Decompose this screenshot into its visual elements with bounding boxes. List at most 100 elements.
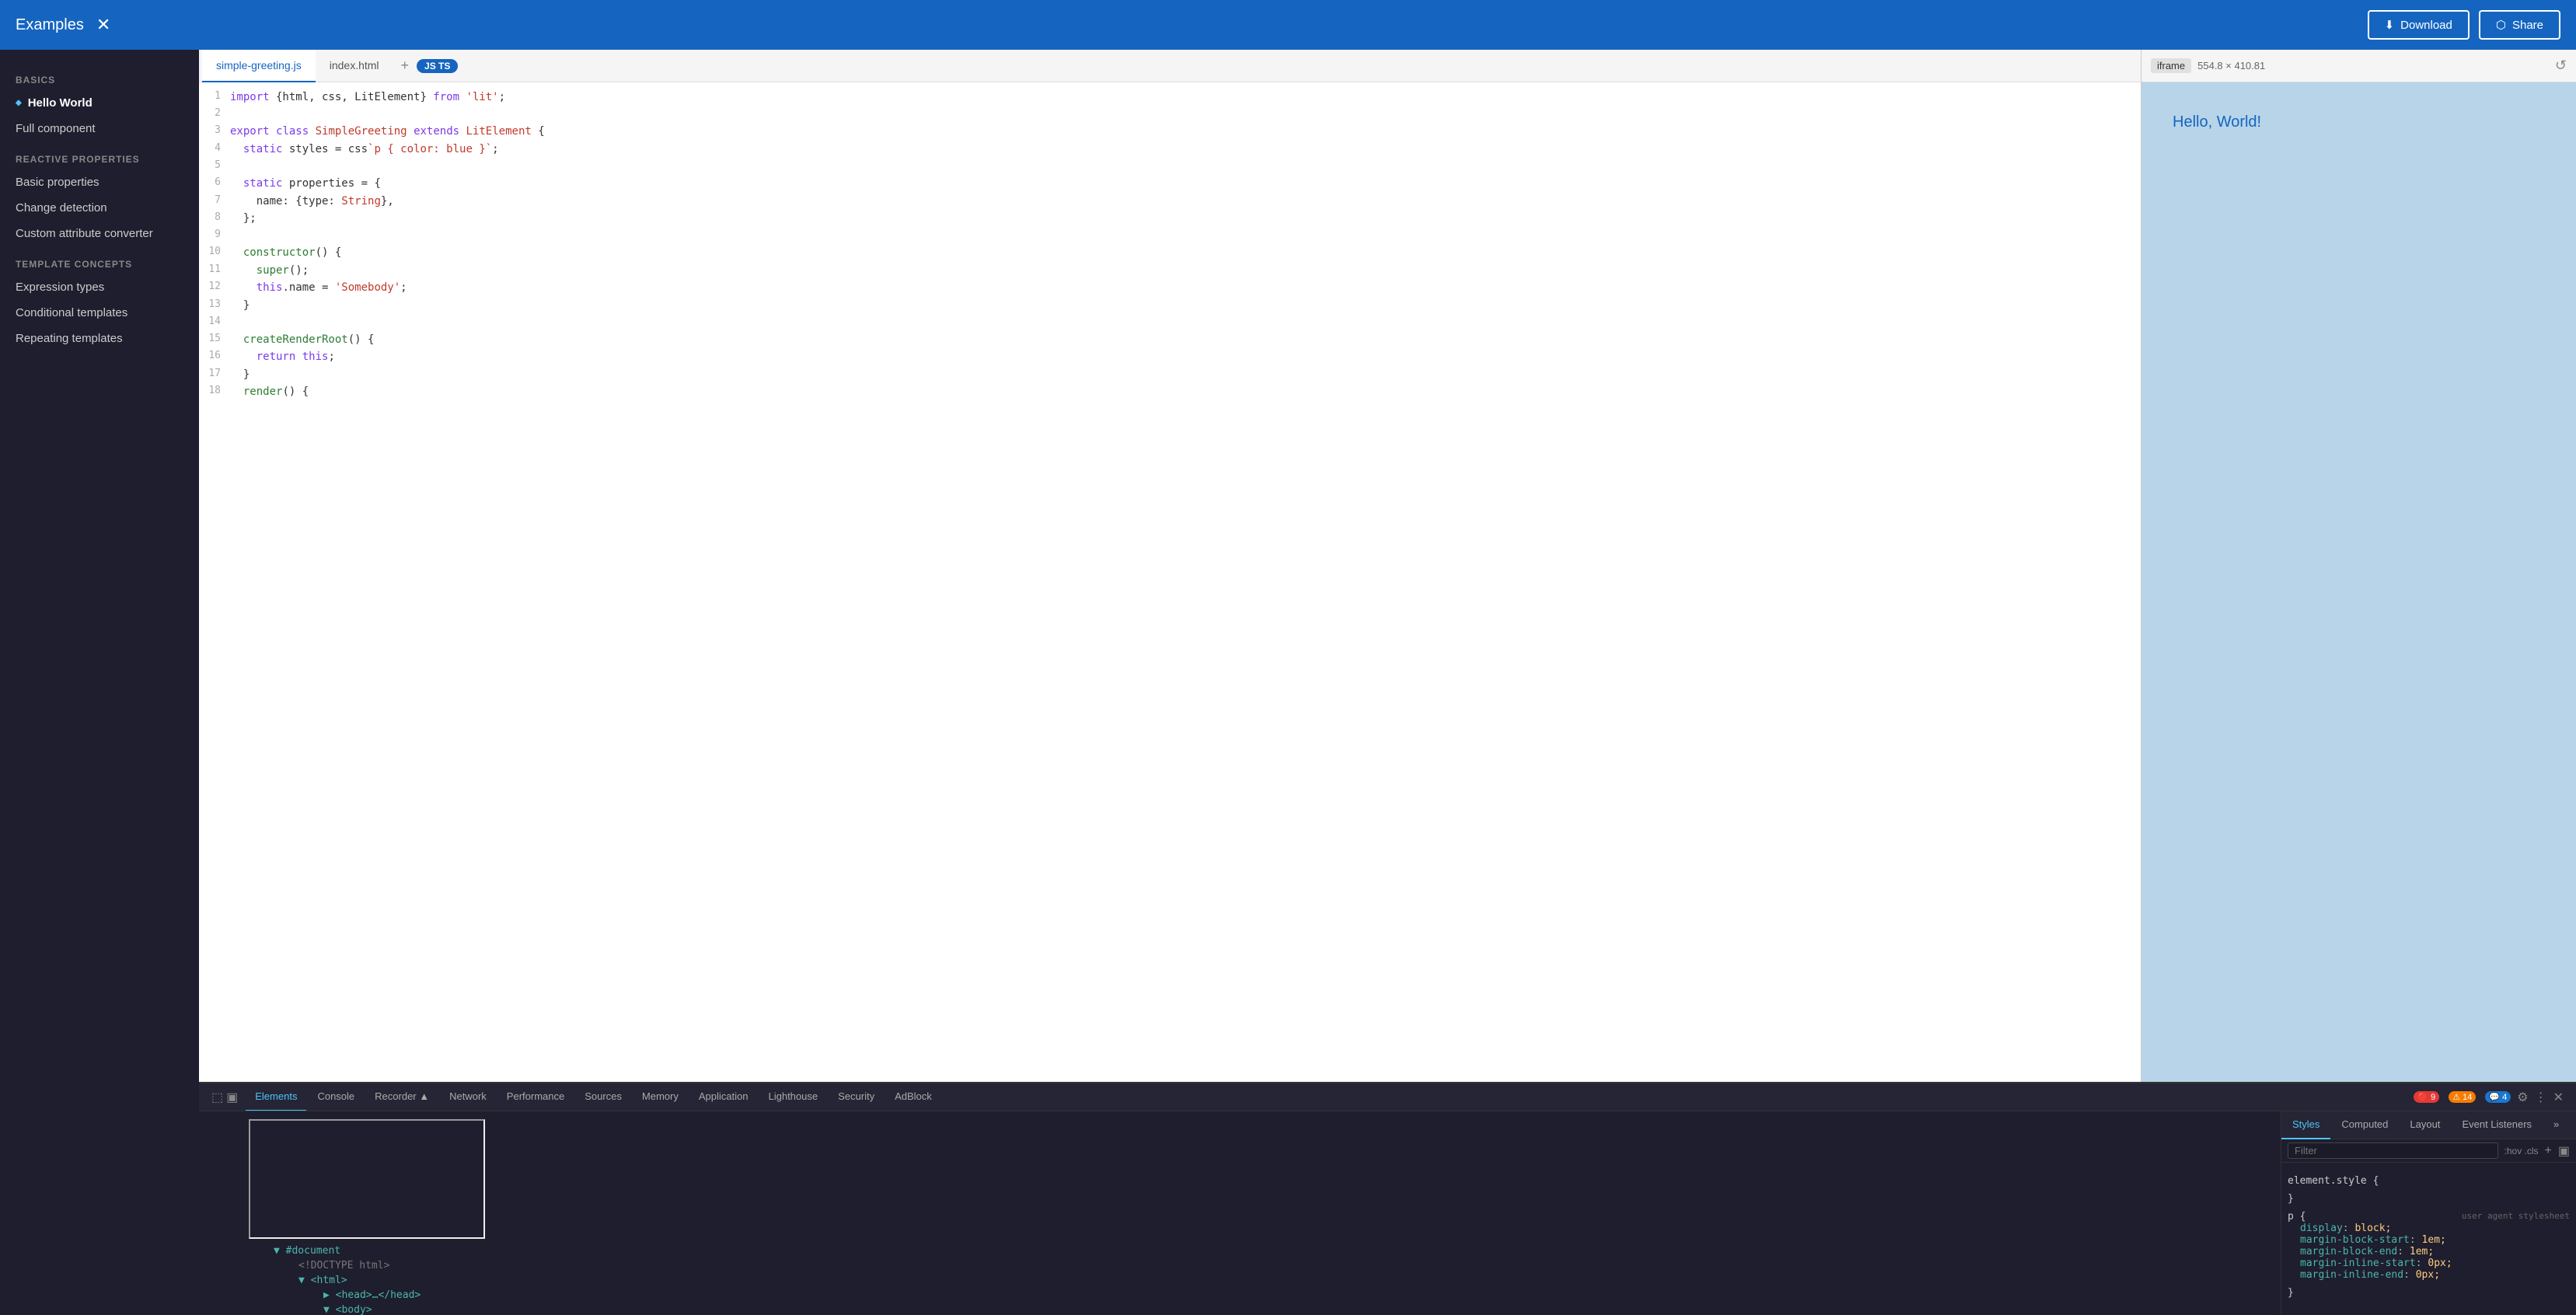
devtools-tab-performance[interactable]: Performance (497, 1083, 574, 1111)
line-number: 12 (199, 279, 230, 296)
css-rule-body: display: block;margin-block-start: 1em;m… (2288, 1223, 2570, 1281)
element-tree-row[interactable]: ▼ <body> (199, 1303, 2281, 1315)
code-line: 2 (199, 106, 2141, 123)
line-content: name: {type: String}, (230, 193, 2141, 210)
code-line: 9 (199, 227, 2141, 244)
file-tab-index-html[interactable]: index.html (316, 50, 393, 82)
line-number: 3 (199, 123, 230, 140)
sidebar-item-basic-properties[interactable]: Basic properties (0, 169, 199, 195)
close-button[interactable]: ✕ (96, 15, 110, 35)
element-tree-row[interactable]: ▼ #document (199, 1243, 2281, 1258)
file-tab-simple-greeting-js[interactable]: simple-greeting.js (202, 50, 316, 82)
devtools-tab-network[interactable]: Network (440, 1083, 496, 1111)
line-content: this.name = 'Somebody'; (230, 279, 2141, 296)
line-content: constructor() { (230, 244, 2141, 261)
sidebar-item-repeating-templates[interactable]: Repeating templates (0, 326, 199, 351)
new-rule-icon[interactable]: ▣ (2558, 1143, 2570, 1159)
line-content (230, 314, 2141, 331)
line-number: 7 (199, 193, 230, 210)
sidebar-item-conditional-templates[interactable]: Conditional templates (0, 300, 199, 326)
add-tab-button[interactable]: + (393, 50, 417, 82)
app-title: Examples (16, 16, 84, 34)
editor-preview-split: simple-greeting.jsindex.html+ JS TS 1imp… (199, 50, 2576, 1082)
devtools-tab-elements[interactable]: Elements (246, 1083, 306, 1111)
line-number: 4 (199, 141, 230, 158)
styles-tab-styles[interactable]: Styles (2281, 1111, 2330, 1139)
refresh-button[interactable]: ↺ (2555, 58, 2567, 74)
devtools-tab-memory[interactable]: Memory (633, 1083, 688, 1111)
elements-panel: ▼ #document<!DOCTYPE html>▼ <html>▶ <hea… (199, 1111, 2281, 1315)
element-tree-row[interactable]: <!DOCTYPE html> (199, 1258, 2281, 1273)
code-editor[interactable]: 1import {html, css, LitElement} from 'li… (199, 82, 2141, 1082)
code-line: 10 constructor() { (199, 244, 2141, 261)
code-line: 18 render() { (199, 383, 2141, 400)
sidebar-item-hello-world[interactable]: ◆Hello World (0, 90, 199, 116)
devtools-tab-security[interactable]: Security (829, 1083, 884, 1111)
code-line: 6 static properties = { (199, 175, 2141, 192)
lang-badge: JS TS (417, 59, 458, 73)
devtools-tab-recorder[interactable]: Recorder ▲ (365, 1083, 438, 1111)
elements-tree: ▼ #document<!DOCTYPE html>▼ <html>▶ <hea… (199, 1118, 2281, 1315)
line-number: 9 (199, 227, 230, 244)
styles-content: element.style {}p { user agent styleshee… (2281, 1163, 2576, 1315)
styles-tab-computed[interactable]: Computed (2330, 1111, 2399, 1139)
sidebar: BASICS◆Hello WorldFull componentREACTIVE… (0, 50, 199, 1315)
filter-pseudo-button[interactable]: :hov .cls (2504, 1146, 2539, 1156)
download-icon: ⬇ (2385, 18, 2395, 32)
styles-tab-»[interactable]: » (2543, 1111, 2570, 1139)
element-tree-row[interactable]: ▼ <html> (199, 1273, 2281, 1288)
add-style-icon[interactable]: + (2545, 1144, 2552, 1158)
preview-topbar: iframe 554.8 × 410.81 ↺ (2141, 50, 2576, 82)
settings-icon[interactable]: ⚙ (2517, 1090, 2528, 1105)
sidebar-item-label: Basic properties (16, 176, 99, 189)
css-rule-close: } (2288, 1287, 2570, 1299)
sidebar-item-expression-types[interactable]: Expression types (0, 274, 199, 300)
line-content (230, 158, 2141, 175)
line-number: 1 (199, 89, 230, 106)
download-button[interactable]: ⬇ Download (2368, 10, 2470, 40)
share-button[interactable]: ⬡ Share (2479, 10, 2560, 40)
more-icon[interactable]: ⋮ (2535, 1090, 2547, 1105)
warn-badge: ⚠ 14 (2449, 1091, 2476, 1103)
code-line: 7 name: {type: String}, (199, 193, 2141, 210)
line-number: 13 (199, 297, 230, 314)
devtools-tab-sources[interactable]: Sources (575, 1083, 631, 1111)
line-number: 2 (199, 106, 230, 123)
line-content: static properties = { (230, 175, 2141, 192)
code-line: 3export class SimpleGreeting extends Lit… (199, 123, 2141, 140)
element-tree-row[interactable] (199, 1118, 2281, 1243)
code-line: 15 createRenderRoot() { (199, 331, 2141, 348)
styles-tab-layout[interactable]: Layout (2399, 1111, 2451, 1139)
line-number: 18 (199, 383, 230, 400)
line-content (230, 106, 2141, 123)
inspect-icon[interactable]: ⬚ (211, 1090, 223, 1105)
line-number: 5 (199, 158, 230, 175)
element-tree-row[interactable]: ▶ <head>…</head> (199, 1288, 2281, 1303)
sidebar-section-reactive-properties: REACTIVE PROPERTIES (0, 141, 199, 169)
devtools-panel: ⬚ ▣ ElementsConsoleRecorder ▲NetworkPerf… (199, 1082, 2576, 1315)
close-devtools-icon[interactable]: ✕ (2553, 1090, 2564, 1105)
info-badge: 💬 4 (2485, 1091, 2511, 1103)
line-number: 8 (199, 210, 230, 227)
line-content: import {html, css, LitElement} from 'lit… (230, 89, 2141, 106)
devtools-tab-console[interactable]: Console (308, 1083, 364, 1111)
top-bar: Examples ✕ ⬇ Download ⬡ Share (0, 0, 2576, 50)
line-content: static styles = css`p { color: blue }`; (230, 141, 2141, 158)
styles-tab-event-listeners[interactable]: Event Listeners (2451, 1111, 2543, 1139)
sidebar-item-custom-attribute[interactable]: Custom attribute converter (0, 221, 199, 246)
css-rule-selector: element.style { (2288, 1175, 2570, 1187)
line-number: 15 (199, 331, 230, 348)
devtools-tab-adblock[interactable]: AdBlock (885, 1083, 941, 1111)
device-icon[interactable]: ▣ (226, 1090, 238, 1105)
code-line: 4 static styles = css`p { color: blue }`… (199, 141, 2141, 158)
line-content: } (230, 366, 2141, 383)
sidebar-item-change-detection[interactable]: Change detection (0, 195, 199, 221)
styles-tabs: StylesComputedLayoutEvent Listeners» (2281, 1111, 2576, 1139)
styles-filter-input[interactable] (2288, 1142, 2498, 1159)
devtools-tab-application[interactable]: Application (689, 1083, 758, 1111)
css-property: margin-inline-start: 0px; (2300, 1257, 2570, 1269)
sidebar-item-full-component[interactable]: Full component (0, 116, 199, 141)
devtools-tab-lighthouse[interactable]: Lighthouse (759, 1083, 827, 1111)
line-content: super(); (230, 262, 2141, 279)
css-property: margin-block-end: 1em; (2300, 1246, 2570, 1257)
